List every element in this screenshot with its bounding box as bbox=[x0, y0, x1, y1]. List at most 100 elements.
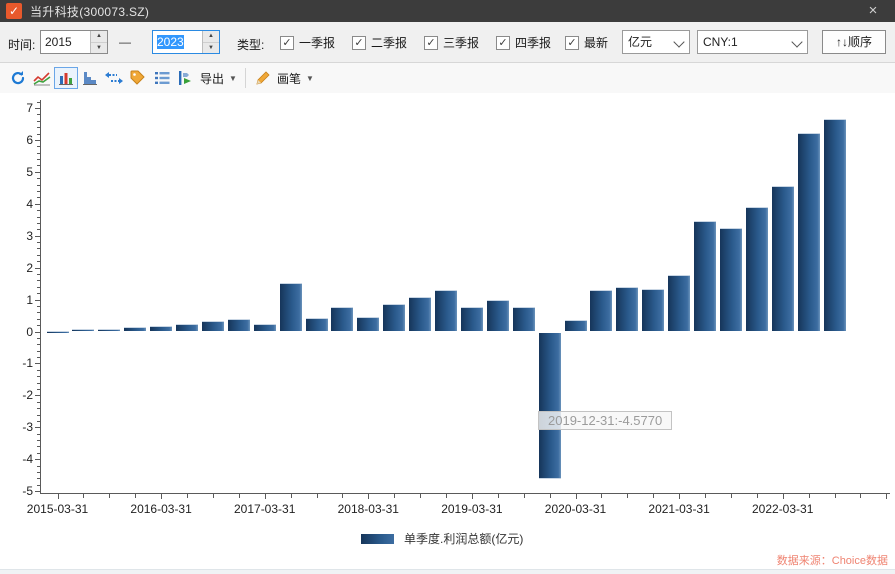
chart-toolbar: 导出 ▼ 画笔 ▼ bbox=[0, 63, 895, 94]
checkbox-check-icon[interactable]: ✓ bbox=[352, 36, 366, 50]
currency-select[interactable]: CNY:1 bbox=[697, 30, 808, 54]
y-minor-tick bbox=[37, 217, 40, 218]
bar[interactable] bbox=[461, 307, 483, 331]
window-titlebar: ✓ 当升科技(300073.SZ) × bbox=[0, 0, 895, 22]
y-minor-tick bbox=[37, 293, 40, 294]
y-minor-tick bbox=[37, 408, 40, 409]
spinner-buttons[interactable]: ▲▼ bbox=[202, 31, 219, 53]
bar[interactable] bbox=[772, 186, 794, 332]
compare-arrows-icon[interactable] bbox=[102, 67, 126, 89]
quarterly-profit-chart[interactable]: 76543210-1-2-3-4-52015-03-312016-03-3120… bbox=[0, 93, 895, 574]
bar[interactable] bbox=[280, 283, 302, 332]
checkbox-report-type-3[interactable]: ✓三季报 bbox=[424, 34, 479, 51]
checkbox-report-type-5[interactable]: ✓ 最新 bbox=[565, 34, 608, 51]
y-tick-label: -5 bbox=[5, 484, 33, 498]
legend: 单季度.利润总额(亿元) bbox=[361, 530, 523, 547]
tag-icon[interactable] bbox=[126, 67, 150, 89]
y-minor-tick bbox=[37, 178, 40, 179]
y-minor-tick bbox=[37, 121, 40, 122]
year-to-spinner[interactable]: 2023 ▲▼ bbox=[152, 30, 220, 54]
list-icon[interactable] bbox=[150, 67, 174, 89]
spin-down-icon[interactable]: ▼ bbox=[91, 43, 107, 54]
x-tick bbox=[705, 494, 706, 498]
export-flag-icon[interactable] bbox=[174, 67, 198, 89]
y-minor-tick bbox=[37, 466, 40, 467]
x-tick bbox=[58, 494, 59, 499]
bar[interactable] bbox=[150, 326, 172, 332]
y-tick-label: -4 bbox=[5, 452, 33, 466]
bar[interactable] bbox=[176, 324, 198, 332]
bar[interactable] bbox=[824, 119, 846, 331]
bar[interactable] bbox=[720, 228, 742, 332]
unit-select[interactable]: 亿元 bbox=[622, 30, 690, 54]
bar[interactable] bbox=[565, 320, 587, 331]
pen-label[interactable]: 画笔 bbox=[277, 70, 301, 87]
spinner-buttons[interactable]: ▲▼ bbox=[90, 31, 107, 53]
bar[interactable] bbox=[202, 321, 224, 331]
bar[interactable] bbox=[357, 317, 379, 332]
y-minor-tick bbox=[37, 351, 40, 352]
bar[interactable] bbox=[72, 329, 94, 332]
x-tick bbox=[342, 494, 343, 498]
x-tick bbox=[679, 494, 680, 499]
checkbox-report-type-4[interactable]: ✓四季报 bbox=[496, 34, 551, 51]
pen-dropdown-icon[interactable]: ▼ bbox=[306, 74, 314, 83]
area-chart-icon[interactable] bbox=[78, 67, 102, 89]
spin-up-icon[interactable]: ▲ bbox=[91, 31, 107, 43]
bar[interactable] bbox=[435, 290, 457, 332]
bar[interactable] bbox=[306, 318, 328, 331]
bar[interactable] bbox=[124, 327, 146, 331]
year-from-value[interactable]: 2015 bbox=[41, 31, 90, 53]
y-minor-tick bbox=[37, 472, 40, 473]
export-label[interactable]: 导出 bbox=[200, 70, 224, 87]
checkbox-label: 二季报 bbox=[371, 34, 407, 51]
year-from-spinner[interactable]: 2015 ▲▼ bbox=[40, 30, 108, 54]
y-tick-label: 1 bbox=[5, 293, 33, 307]
checkbox-check-icon[interactable]: ✓ bbox=[424, 36, 438, 50]
sort-order-button[interactable]: ↑↓顺序 bbox=[822, 30, 886, 54]
y-minor-tick bbox=[37, 261, 40, 262]
bar[interactable] bbox=[616, 287, 638, 332]
spin-down-icon[interactable]: ▼ bbox=[203, 43, 219, 54]
checkbox-report-type-2[interactable]: ✓ 二季报 bbox=[352, 34, 407, 51]
bar[interactable] bbox=[694, 221, 716, 332]
bar[interactable] bbox=[383, 304, 405, 331]
app-logo-icon: ✓ bbox=[6, 3, 22, 19]
bar[interactable] bbox=[487, 300, 509, 332]
close-icon[interactable]: × bbox=[861, 0, 885, 22]
x-tick bbox=[886, 494, 887, 499]
y-minor-tick bbox=[37, 280, 40, 281]
pencil-icon[interactable] bbox=[251, 67, 275, 89]
bar[interactable] bbox=[513, 307, 535, 332]
checkbox-label: 最新 bbox=[584, 34, 608, 51]
x-tick bbox=[446, 494, 447, 498]
bar[interactable] bbox=[47, 331, 69, 333]
year-to-value[interactable]: 2023 bbox=[153, 31, 202, 53]
bar-chart-icon[interactable] bbox=[54, 67, 78, 89]
bar[interactable] bbox=[98, 329, 120, 331]
bar[interactable] bbox=[590, 290, 612, 332]
checkbox-check-icon[interactable]: ✓ bbox=[565, 36, 579, 50]
x-tick bbox=[187, 494, 188, 498]
y-major-tick bbox=[35, 172, 40, 173]
export-dropdown-icon[interactable]: ▼ bbox=[229, 74, 237, 83]
y-minor-tick bbox=[37, 191, 40, 192]
y-minor-tick bbox=[37, 255, 40, 256]
bar[interactable] bbox=[668, 275, 690, 332]
refresh-icon[interactable] bbox=[6, 67, 30, 89]
bar[interactable] bbox=[642, 289, 664, 331]
bar[interactable] bbox=[746, 207, 768, 331]
line-chart-icon[interactable] bbox=[30, 67, 54, 89]
bar[interactable] bbox=[254, 324, 276, 332]
checkbox-report-type-1[interactable]: ✓一季报 bbox=[280, 34, 335, 51]
bar[interactable] bbox=[798, 133, 820, 332]
y-major-tick bbox=[35, 140, 40, 141]
bar[interactable] bbox=[228, 319, 250, 332]
spin-up-icon[interactable]: ▲ bbox=[203, 31, 219, 43]
y-minor-tick bbox=[37, 185, 40, 186]
bar[interactable] bbox=[539, 333, 561, 479]
bar[interactable] bbox=[409, 297, 431, 332]
bar[interactable] bbox=[331, 307, 353, 332]
checkbox-check-icon[interactable]: ✓ bbox=[280, 36, 294, 50]
checkbox-check-icon[interactable]: ✓ bbox=[496, 36, 510, 50]
